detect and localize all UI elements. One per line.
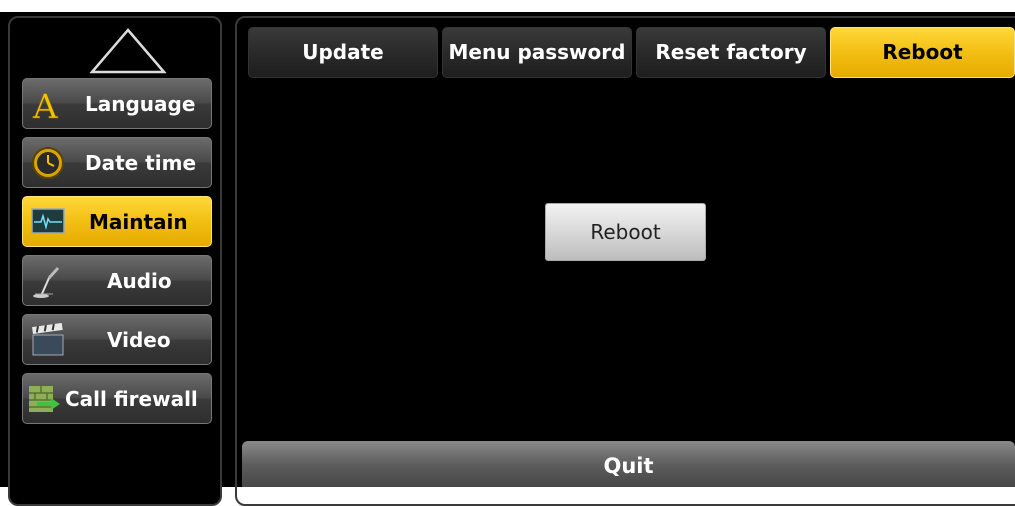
sidebar-item-label: Maintain: [89, 210, 188, 234]
sidebar: A Language Date time Maintain Audio Vide…: [8, 16, 222, 506]
sidebar-item-label: Video: [107, 328, 171, 352]
clapperboard-icon: [32, 323, 64, 356]
clock-icon: [32, 147, 64, 179]
sidebar-item-date-time[interactable]: Date time: [22, 137, 212, 188]
sidebar-item-language[interactable]: A Language: [22, 78, 212, 129]
svg-text:A: A: [32, 87, 58, 121]
sidebar-item-audio[interactable]: Audio: [22, 255, 212, 306]
sidebar-item-call-firewall[interactable]: Call firewall: [22, 373, 212, 424]
sidebar-item-label: Language: [85, 92, 196, 116]
monitor-waveform-icon: [31, 208, 65, 234]
scroll-up-arrow-icon[interactable]: [88, 26, 168, 78]
tab-reboot[interactable]: Reboot: [830, 27, 1015, 78]
main-panel: [235, 16, 1015, 506]
sidebar-item-label: Call firewall: [65, 387, 198, 411]
letter-a-icon: A: [32, 87, 59, 121]
microphone-icon: [33, 266, 60, 298]
sidebar-item-video[interactable]: Video: [22, 314, 212, 365]
sidebar-item-label: Date time: [85, 151, 197, 175]
tab-update[interactable]: Update: [248, 27, 438, 78]
reboot-button[interactable]: Reboot: [545, 203, 706, 261]
sidebar-item-label: Audio: [107, 269, 172, 293]
firewall-icon: [29, 386, 60, 412]
tab-reset-factory[interactable]: Reset factory: [636, 27, 826, 78]
sidebar-item-maintain[interactable]: Maintain: [22, 196, 212, 247]
quit-button[interactable]: Quit: [242, 441, 1015, 487]
tab-menu-password[interactable]: Menu password: [442, 27, 632, 78]
